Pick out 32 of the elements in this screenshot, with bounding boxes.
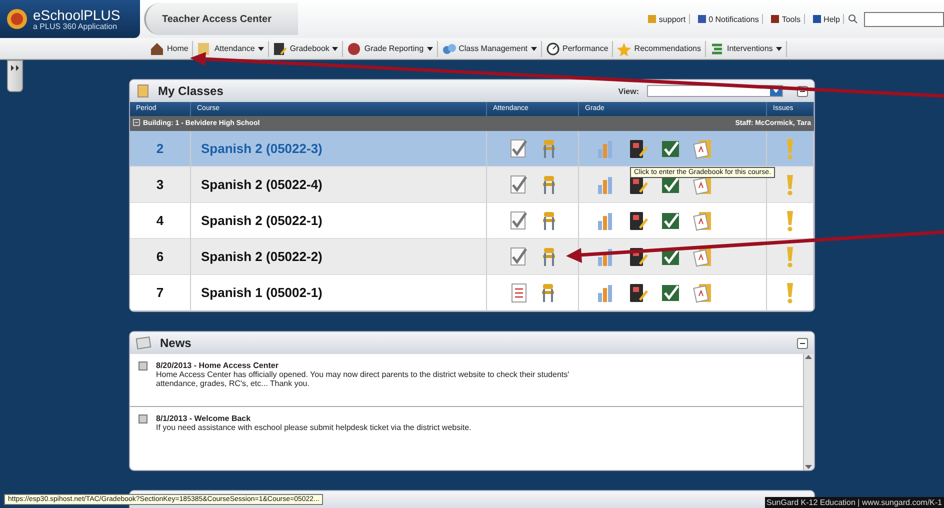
period-cell: 2 <box>130 131 191 167</box>
header-link[interactable]: Help <box>808 14 844 24</box>
period-cell: 4 <box>130 203 191 239</box>
course-link[interactable]: Spanish 2 (05022-3) <box>191 131 487 167</box>
nav-menu-item[interactable]: Home <box>146 40 194 56</box>
nav-menu-item[interactable]: Recommendations <box>613 40 706 56</box>
news-title: 8/1/2013 - Welcome Back <box>156 414 252 423</box>
nav-menu-item[interactable]: Grade Reporting <box>343 40 438 56</box>
news-body: Home Access Center has officially opened. You may now direct parents to the district website to check their students' attendance, grades, RC's, etc... Thank you. <box>156 370 570 388</box>
news-title: 8/20/2013 - Home Access Center <box>156 361 280 370</box>
course-link[interactable]: Spanish 2 (05022-1) <box>191 203 487 239</box>
nav-menu-item[interactable]: Class Management <box>438 40 542 56</box>
header-link[interactable]: 0 Notifications <box>694 14 763 24</box>
logo-title: eSchoolPLUS <box>33 8 120 22</box>
app-title: Teacher Access Center <box>144 3 298 35</box>
header-link[interactable]: support <box>644 14 690 24</box>
header-link[interactable]: Tools <box>766 14 805 24</box>
course-link[interactable]: Spanish 2 (05022-2) <box>191 239 487 275</box>
nav-menu-item[interactable]: Interventions <box>706 40 787 56</box>
news-body: If you need assistance with eschool please submit helpdesk ticket via the district website. <box>156 423 472 432</box>
period-cell: 3 <box>130 167 191 203</box>
view-label: View: <box>618 86 639 96</box>
period-cell: 6 <box>130 239 191 275</box>
period-cell: 7 <box>130 275 191 311</box>
panel-title: News <box>160 336 192 350</box>
footer-text: SunGard K-12 Education | www.sungard.com/K-1 <box>764 497 944 508</box>
logo-subtitle: a PLUS 360 Application <box>33 22 118 30</box>
course-link[interactable]: Spanish 2 (05022-4) <box>191 167 487 203</box>
panel-title: My Classes <box>158 84 224 98</box>
nav-menu-item[interactable]: Gradebook <box>268 40 344 56</box>
course-link[interactable]: Spanish 1 (05002-1) <box>191 275 487 311</box>
nav-menu-item[interactable]: Performance <box>542 40 614 56</box>
